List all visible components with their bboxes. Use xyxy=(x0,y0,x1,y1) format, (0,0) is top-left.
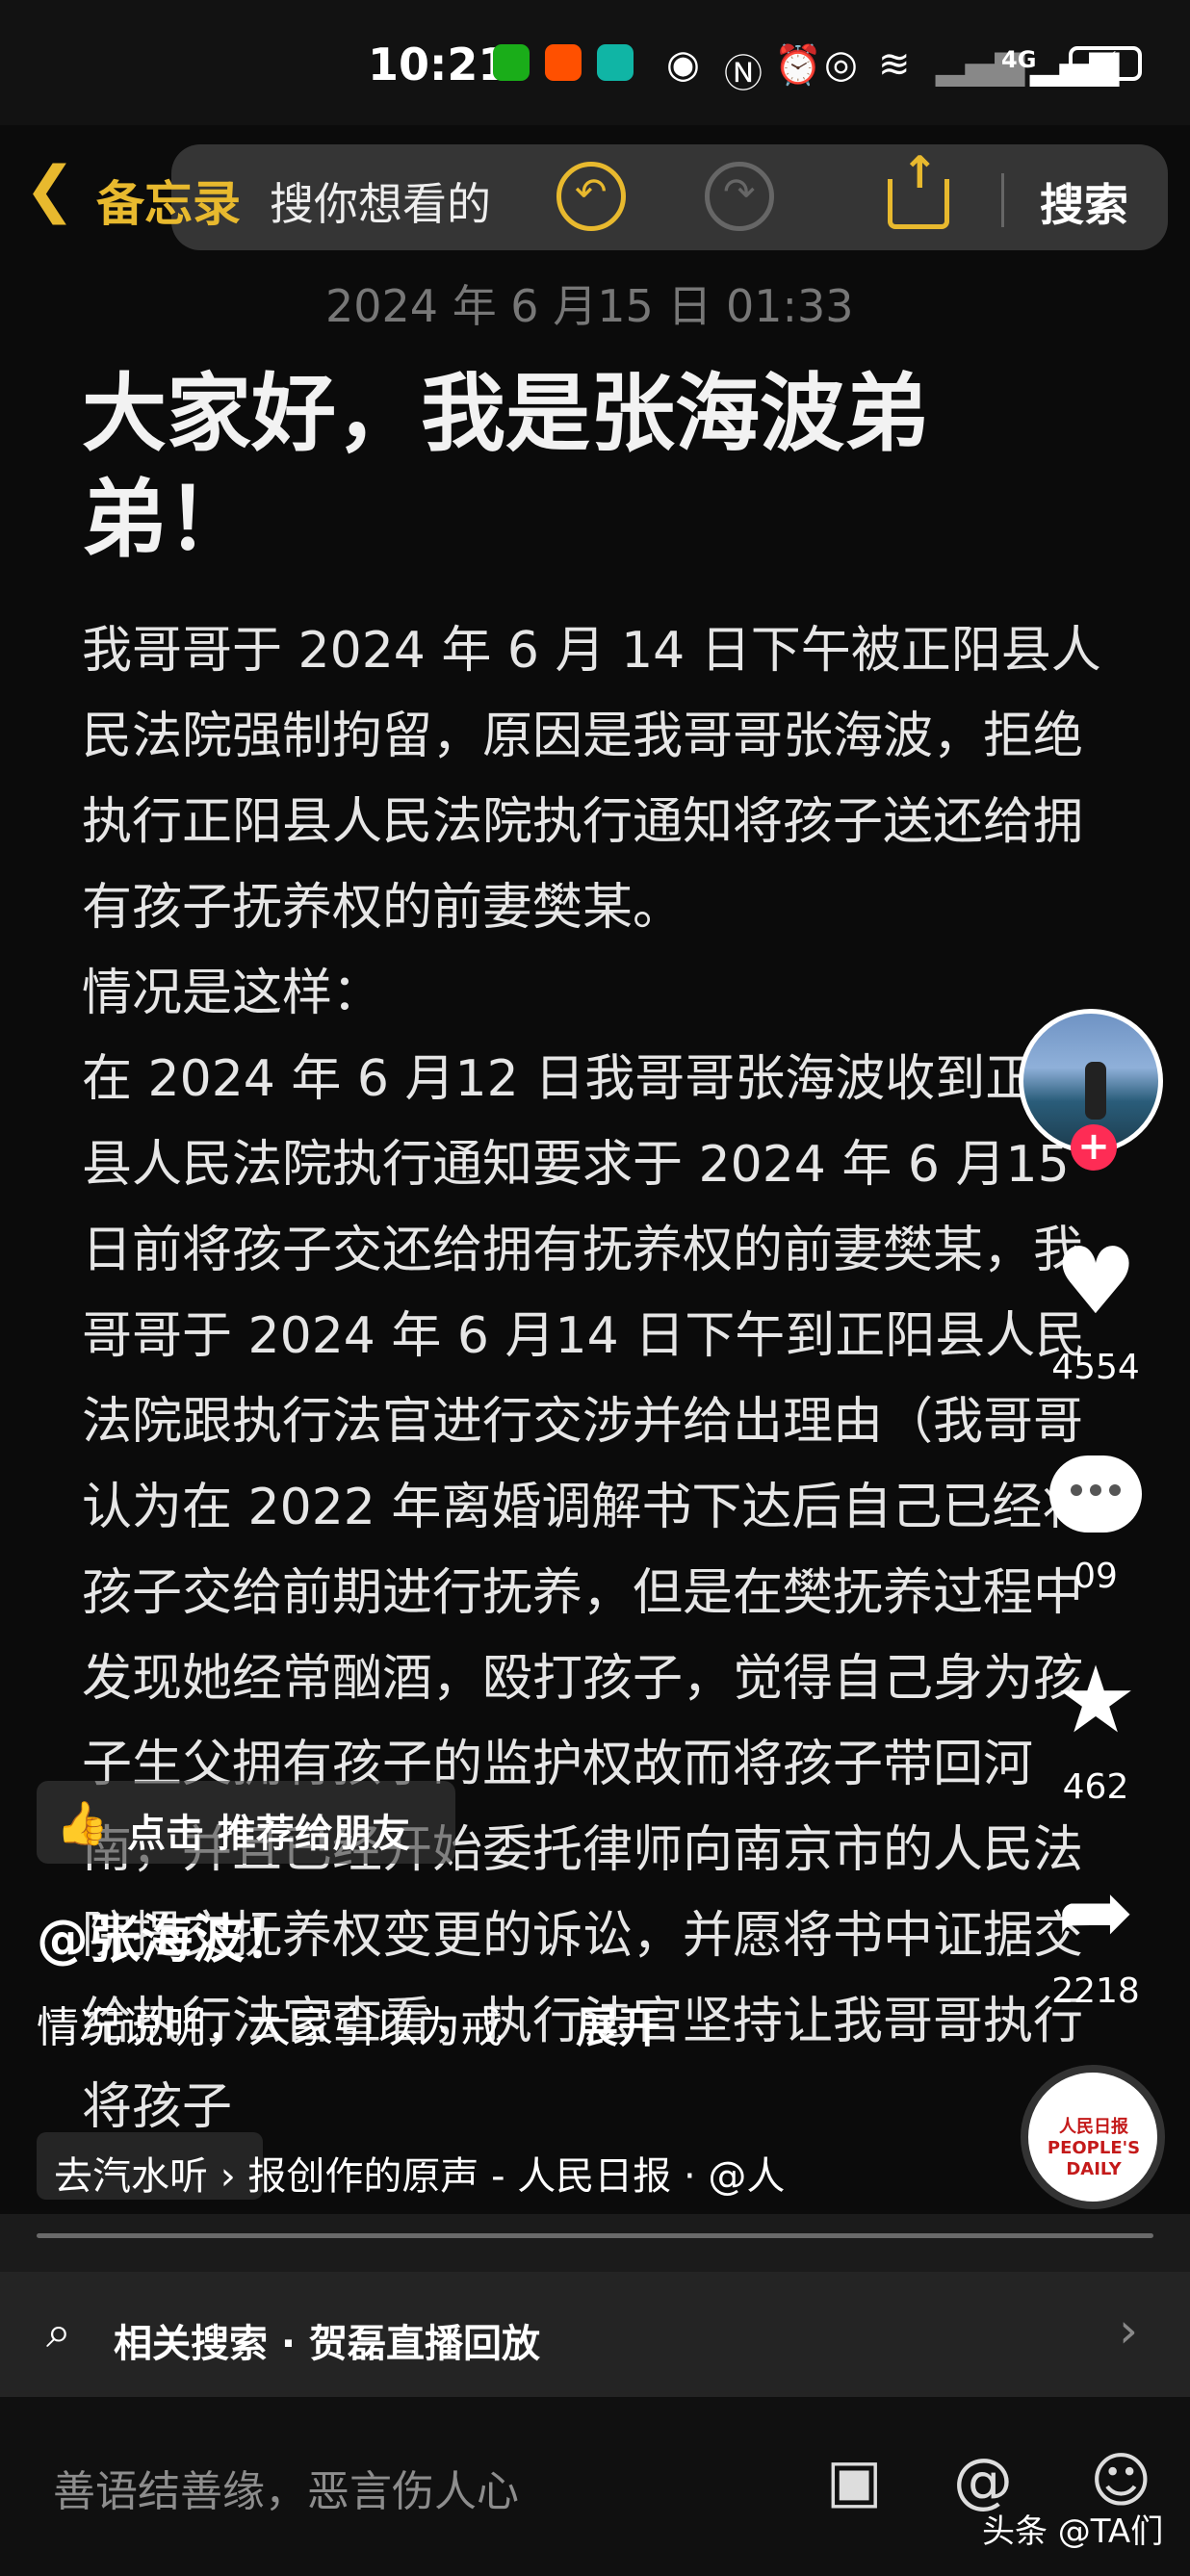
battery-charging-icon: ⚡ xyxy=(1069,46,1142,81)
alarm-icon: ⏰ xyxy=(774,43,822,88)
wechat-icon xyxy=(493,44,530,81)
comment-count: 09 xyxy=(1074,1557,1118,1596)
nfc-icon: Ⓝ xyxy=(724,52,763,96)
watermark: 头条 @TA们 xyxy=(982,2512,1164,2551)
hotspot-icon: ◎ xyxy=(824,42,858,87)
recommend-label[interactable]: 点击 推荐给朋友 xyxy=(127,1802,410,1858)
back-chevron-icon[interactable]: ❮ xyxy=(24,154,76,225)
comment-input[interactable]: 善语结善缘，恶言伤人心 xyxy=(53,2457,519,2518)
taobao-icon xyxy=(545,44,582,81)
status-time: 10:21 xyxy=(368,39,509,90)
divider xyxy=(1001,173,1004,227)
note-title: 大家好，我是张海波弟弟！ xyxy=(82,364,930,569)
note-date: 2024 年 6 月15 日 01:33 xyxy=(325,280,854,332)
search-input[interactable]: 搜你想看的 xyxy=(270,169,491,233)
favorite-count: 462 xyxy=(1062,1767,1129,1807)
video-description: 情况说明，大家引以为戒 xyxy=(37,2003,503,2052)
share-icon[interactable]: ↑ xyxy=(884,146,955,231)
image-icon[interactable]: ▣ xyxy=(826,2445,883,2515)
share-arrow-icon[interactable]: ➦ xyxy=(1048,1858,1144,1966)
follow-plus-icon[interactable]: + xyxy=(1071,1124,1117,1171)
comment-bubble-icon[interactable] xyxy=(1049,1455,1142,1533)
music-disc[interactable]: 人民日报 PEOPLE'S DAILY xyxy=(1021,2065,1165,2209)
thumbs-up-icon: 👍 xyxy=(56,1799,109,1848)
undo-icon[interactable]: ↶ xyxy=(556,162,626,231)
author-name[interactable]: @张海波！ xyxy=(37,1896,297,1972)
eye-icon: ◉ xyxy=(666,42,700,87)
expand-button[interactable]: 展开 xyxy=(576,1993,660,2054)
like-count: 4554 xyxy=(1051,1348,1140,1387)
search-icon: ⌕ xyxy=(46,2306,71,2357)
like-heart-icon[interactable]: ♥ xyxy=(1048,1227,1144,1335)
music-disc-label: 人民日报 PEOPLE'S DAILY xyxy=(1047,2117,1141,2179)
chevron-right-icon[interactable]: › xyxy=(1119,2303,1138,2358)
wifi-icon: ≋ xyxy=(878,42,911,87)
redo-icon[interactable]: ↷ xyxy=(705,162,774,231)
video-progress-bar[interactable] xyxy=(37,2233,1153,2238)
search-button[interactable]: 搜索 xyxy=(1040,170,1128,234)
related-search-text[interactable]: 相关搜索 · 贺磊直播回放 xyxy=(114,2312,540,2368)
favorite-star-icon[interactable]: ★ xyxy=(1048,1646,1144,1754)
share-count: 2218 xyxy=(1051,1971,1140,2011)
home-app-icon xyxy=(597,44,634,81)
back-label[interactable]: 备忘录 xyxy=(96,166,241,235)
music-text[interactable]: 去汽水听 › 报创作的原声 - 人民日报 · @人 xyxy=(54,2145,785,2201)
